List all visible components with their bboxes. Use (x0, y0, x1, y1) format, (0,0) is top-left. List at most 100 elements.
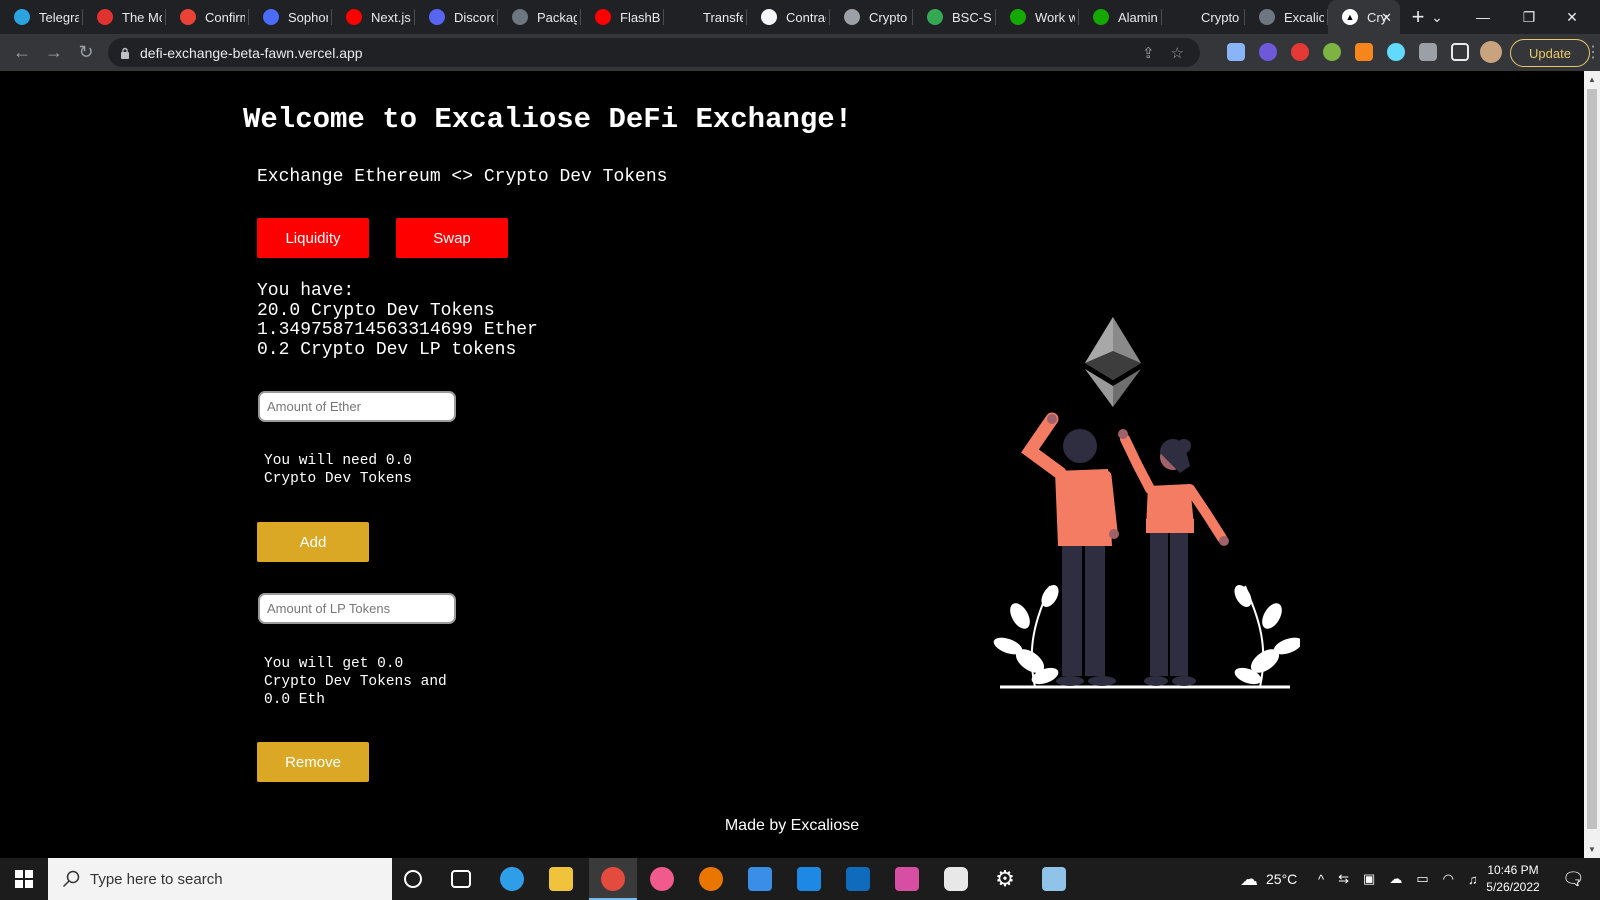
clock-date: 5/26/2022 (1486, 880, 1540, 894)
lp-token-balance: 0.2 Crypto Dev LP tokens (257, 339, 517, 360)
tab-title: Alamin (1118, 9, 1158, 25)
scroll-down-arrow-icon[interactable]: ▼ (1588, 845, 1596, 854)
menu-dots-icon[interactable]: ⋮ (1585, 42, 1600, 62)
windows-logo-icon (15, 870, 33, 888)
tab-title: Telegra (39, 9, 79, 25)
notification-count: 7 (1574, 878, 1580, 888)
start-button[interactable] (0, 858, 48, 900)
tab-title: Packag (537, 9, 577, 25)
profile-avatar[interactable] (1480, 41, 1502, 63)
tab-title: Crypto (1201, 9, 1240, 25)
scroll-up-arrow-icon[interactable]: ▲ (1588, 75, 1596, 84)
update-button[interactable]: Update (1510, 39, 1590, 67)
search-placeholder: Type here to search (90, 870, 223, 888)
browser-tab[interactable]: Next.js (332, 0, 415, 34)
wifi-icon[interactable]: ◠ (1443, 871, 1454, 887)
bookmark-star-icon[interactable]: ☆ (1171, 44, 1184, 62)
extension-red-icon[interactable] (1291, 43, 1309, 61)
browser-tab[interactable]: Work w (996, 0, 1079, 34)
chrome-icon[interactable] (601, 867, 625, 891)
network-icon[interactable]: ⇆ (1338, 871, 1349, 887)
tray-chevron-icon[interactable]: ^ (1318, 872, 1324, 887)
browser-tab[interactable]: BSC-SC (913, 0, 996, 34)
onedrive-icon[interactable]: ☁ (1389, 871, 1402, 887)
mail-icon[interactable] (846, 867, 870, 891)
app-icon[interactable] (1042, 867, 1066, 891)
scrollbar-thumb[interactable] (1587, 89, 1597, 829)
browser-tab-active[interactable]: ▲ Cry ✕ (1328, 0, 1400, 34)
weather-widget[interactable]: ☁ 25°C (1240, 858, 1297, 900)
taskbar-clock[interactable]: 10:46 PM 5/26/2022 (1478, 862, 1548, 896)
extensions-puzzle-icon[interactable] (1419, 43, 1437, 61)
browser-tab[interactable]: Contrac (747, 0, 830, 34)
edge-icon[interactable] (500, 867, 524, 891)
meet-icon[interactable]: ▣ (1363, 871, 1375, 887)
battery-icon[interactable]: ▭ (1416, 871, 1428, 887)
tab-title: Confirm (205, 9, 245, 25)
browser-tab[interactable]: Discord (415, 0, 498, 34)
lock-icon[interactable] (120, 47, 130, 59)
photoshop-icon[interactable] (895, 867, 919, 891)
vscode-icon[interactable] (797, 867, 821, 891)
task-view-icon[interactable] (451, 870, 471, 888)
forward-icon[interactable]: → (38, 42, 70, 63)
blender-icon[interactable] (699, 867, 723, 891)
back-icon[interactable]: ← (6, 42, 38, 63)
browser-tab[interactable]: Excalio (1245, 0, 1328, 34)
file-explorer-icon[interactable] (549, 867, 573, 891)
upwork-icon (1093, 9, 1109, 25)
windows-taskbar: Type here to search ⚙ ☁ 25°C ^ ⇆ ▣ ☁ ▭ ◠… (0, 858, 1600, 900)
close-window-button[interactable]: ✕ (1552, 0, 1592, 34)
clock-time: 10:46 PM (1487, 863, 1539, 877)
twitch-icon[interactable] (944, 867, 968, 891)
extension-green-icon[interactable] (1323, 43, 1341, 61)
address-bar[interactable]: defi-exchange-beta-fawn.vercel.app ⇪ ☆ (108, 38, 1200, 67)
ether-amount-input[interactable] (258, 391, 456, 422)
browser-tab[interactable]: Transfe (664, 0, 747, 34)
tab-strip: Telegra The Mc Confirm Sophon Next.js Discord… (0, 0, 1600, 34)
react-devtools-icon[interactable] (1387, 43, 1405, 61)
browser-tab[interactable]: FlashBo (581, 0, 664, 34)
extension-devtools-icon[interactable] (1227, 43, 1245, 61)
tab-title: BSC-SC (952, 9, 992, 25)
browser-tab[interactable]: Crypto (1162, 0, 1245, 34)
remove-button[interactable]: Remove (257, 742, 369, 782)
volume-icon[interactable]: ♫ (1468, 872, 1478, 887)
tab-title: FlashBo (620, 9, 660, 25)
browser-tab[interactable]: Telegra (0, 0, 83, 34)
close-tab-icon[interactable]: ✕ (1381, 10, 1392, 26)
share-icon[interactable]: ⇪ (1142, 44, 1155, 62)
notification-center-icon[interactable]: 🗨 7 (1562, 858, 1590, 900)
metamask-icon[interactable] (1355, 43, 1373, 61)
browser-tab[interactable]: Alamin (1079, 0, 1162, 34)
side-panel-icon[interactable] (1451, 43, 1469, 61)
browser-tab[interactable]: The Mc (83, 0, 166, 34)
store-icon[interactable] (748, 867, 772, 891)
restore-button[interactable]: ❐ (1506, 0, 1552, 34)
cloud-icon: ☁ (1240, 868, 1258, 889)
browser-tab[interactable]: Sophon (249, 0, 332, 34)
page-title: Welcome to Excaliose DeFi Exchange! (243, 103, 853, 136)
itunes-icon[interactable] (650, 867, 674, 891)
lp-amount-input[interactable] (258, 593, 456, 624)
add-button[interactable]: Add (257, 522, 369, 562)
swap-button[interactable]: Swap (396, 218, 508, 258)
person-left (1021, 412, 1119, 686)
browser-tab[interactable]: Crypto (830, 0, 913, 34)
page-scrollbar[interactable]: ▲ ▼ (1584, 71, 1600, 858)
discord-icon (429, 9, 445, 25)
taskbar-search-box[interactable]: Type here to search (48, 858, 392, 900)
settings-gear-icon[interactable]: ⚙ (993, 867, 1017, 891)
browser-tab[interactable]: Confirm (166, 0, 249, 34)
balances-block: You have: 20.0 Crypto Dev Tokens 1.34975… (257, 281, 538, 360)
browser-tab[interactable]: Packag (498, 0, 581, 34)
liquidity-button[interactable]: Liquidity (257, 218, 369, 258)
minimize-button[interactable]: — (1460, 0, 1506, 34)
reload-icon[interactable]: ↻ (70, 42, 102, 63)
cortana-icon[interactable] (404, 870, 422, 888)
extension-gear-icon[interactable] (1259, 43, 1277, 61)
weather-temp: 25°C (1266, 871, 1298, 887)
x-logo-icon (97, 9, 113, 25)
tab-title: Crypto (869, 9, 908, 25)
tab-search-icon[interactable]: ⌄ (1414, 0, 1460, 34)
